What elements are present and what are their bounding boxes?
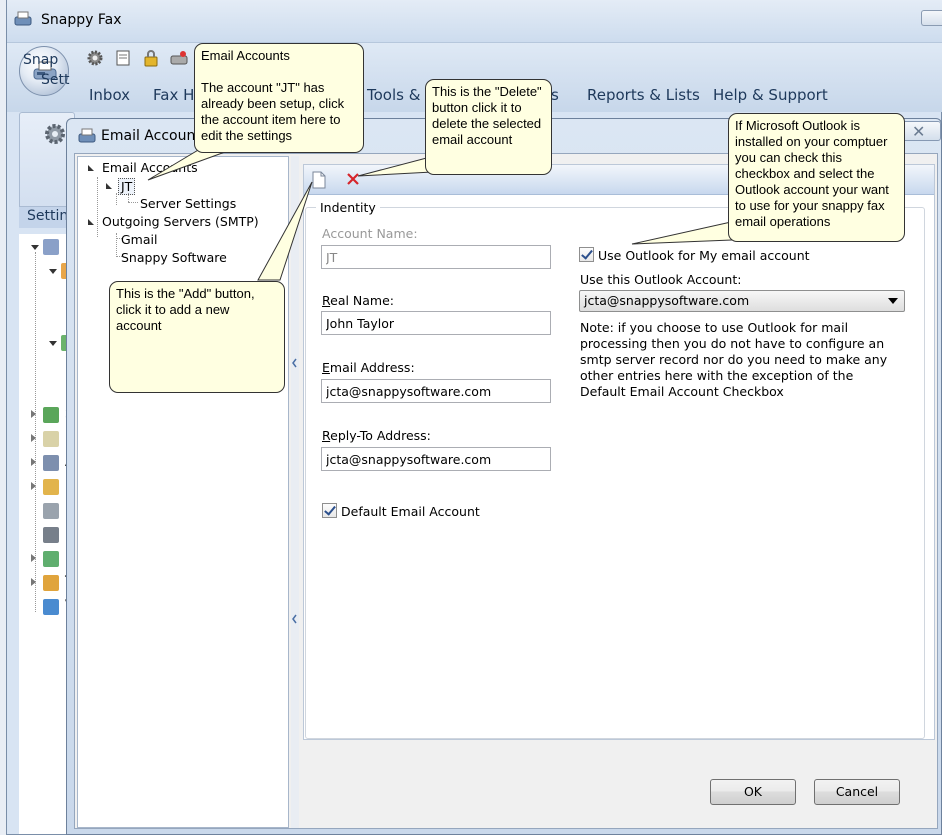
refresh-icon — [43, 551, 59, 567]
tab-inbox[interactable]: Inbox — [89, 86, 130, 104]
edit-icon — [43, 431, 59, 447]
outlook-account-value: jcta@snappysoftware.com — [584, 293, 750, 308]
collapse-icon[interactable] — [88, 165, 94, 171]
account-name-label: Account Name: — [322, 226, 418, 241]
identity-legend: Indentity — [316, 200, 380, 215]
fax-machine-icon — [14, 11, 32, 26]
delete-icon[interactable] — [344, 170, 362, 188]
close-icon: ✕ — [912, 122, 926, 141]
user-icon — [43, 479, 59, 495]
email-address-field[interactable] — [321, 379, 551, 403]
expand-icon[interactable] — [31, 578, 36, 586]
collapse-icon[interactable] — [31, 245, 39, 250]
panel-splitter[interactable] — [291, 156, 299, 828]
tree-guide-line — [116, 233, 117, 257]
expand-icon[interactable] — [31, 554, 36, 562]
inbox-icon — [43, 527, 59, 543]
lock-icon[interactable] — [141, 48, 161, 68]
cancel-button[interactable]: Cancel — [814, 779, 900, 805]
use-outlook-checkbox[interactable] — [579, 247, 594, 262]
filter-icon — [43, 503, 59, 519]
account-name-field[interactable] — [321, 245, 551, 269]
chevron-down-icon — [888, 298, 898, 304]
add-icon[interactable] — [310, 171, 328, 189]
gear-icon[interactable] — [85, 48, 105, 68]
default-account-checkbox[interactable] — [322, 503, 337, 518]
list-icon — [43, 239, 59, 255]
tab-partial[interactable]: s — [551, 86, 559, 104]
reply-to-field[interactable] — [321, 447, 551, 471]
collapse-icon[interactable] — [88, 219, 94, 225]
users-icon — [43, 575, 59, 591]
default-account-label: Default Email Account — [341, 504, 480, 519]
tree-guide-line — [128, 202, 138, 203]
callout-delete: This is the "Delete" button click it to … — [425, 79, 552, 175]
callout-outlook: If Microsoft Outlook is installed on you… — [728, 113, 905, 242]
tree-item-jt[interactable]: JT — [118, 178, 136, 195]
expand-icon[interactable] — [31, 410, 36, 418]
gear-icon — [45, 124, 65, 144]
real-name-field[interactable] — [321, 311, 551, 335]
outlook-note: Note: if you choose to use Outlook for m… — [580, 320, 888, 399]
tree-guide-line — [128, 193, 129, 202]
app-title: Snappy Fax — [41, 12, 122, 28]
collapse-left-icon[interactable] — [292, 612, 297, 626]
tree-item-gmail[interactable]: Gmail — [121, 232, 157, 247]
account-tree: Email Accounts JT Server Settings Outgoi… — [77, 156, 289, 828]
expand-icon[interactable] — [31, 434, 36, 442]
expand-icon[interactable] — [31, 482, 36, 490]
callout-body: The account "JT" has already been setup,… — [201, 80, 348, 143]
tree-guide-line — [116, 193, 117, 205]
outlook-account-label: Use this Outlook Account: — [580, 272, 742, 287]
window-control-button[interactable] — [921, 10, 942, 26]
outlook-account-select[interactable]: jcta@snappysoftware.com — [579, 290, 905, 312]
document-icon[interactable] — [113, 48, 133, 68]
app-titlebar: Snappy Fax — [7, 0, 942, 42]
callout-title: Email Accounts — [201, 48, 290, 63]
ribbon-group-label: Settin — [27, 208, 69, 224]
ribbon-label: Snap — [23, 52, 59, 68]
tree-guide-line — [97, 177, 98, 237]
ok-button[interactable]: OK — [710, 779, 796, 805]
expand-icon[interactable] — [31, 458, 36, 466]
collapse-icon[interactable] — [49, 269, 57, 274]
ribbon-label: Sett — [41, 72, 70, 88]
tab-help-support[interactable]: Help & Support — [713, 86, 828, 104]
collapse-icon[interactable] — [49, 341, 57, 346]
dialog-title: Email Account — [101, 128, 201, 144]
collapse-icon[interactable] — [106, 183, 112, 189]
tab-reports-lists[interactable]: Reports & Lists — [587, 86, 700, 104]
callout-email-accounts: Email Accounts The account "JT" has alre… — [194, 43, 364, 153]
tree-item-server-settings[interactable]: Server Settings — [140, 196, 236, 211]
tree-item-snappy-software[interactable]: Snappy Software — [121, 250, 227, 265]
collapse-left-icon[interactable] — [292, 356, 297, 370]
email-address-label: Email Address: — [322, 360, 415, 375]
real-name-label: Real Name: — [322, 293, 395, 308]
use-outlook-label: Use Outlook for My email account — [598, 248, 810, 263]
tree-item-email-accounts[interactable]: Email Accounts — [102, 160, 198, 175]
tab-fax-hub[interactable]: Fax H — [153, 86, 194, 104]
callout-add: This is the "Add" button, click it to ad… — [109, 281, 285, 393]
reply-to-label: Reply-To Address: — [322, 428, 431, 443]
quick-access-toolbar — [85, 48, 189, 70]
tree-item-outgoing-servers[interactable]: Outgoing Servers (SMTP) — [102, 214, 259, 229]
fax-machine-icon — [78, 128, 96, 143]
address-book-icon — [43, 455, 59, 471]
send-icon — [43, 407, 59, 423]
fax-icon[interactable] — [169, 48, 189, 68]
wizard-icon — [43, 599, 59, 615]
